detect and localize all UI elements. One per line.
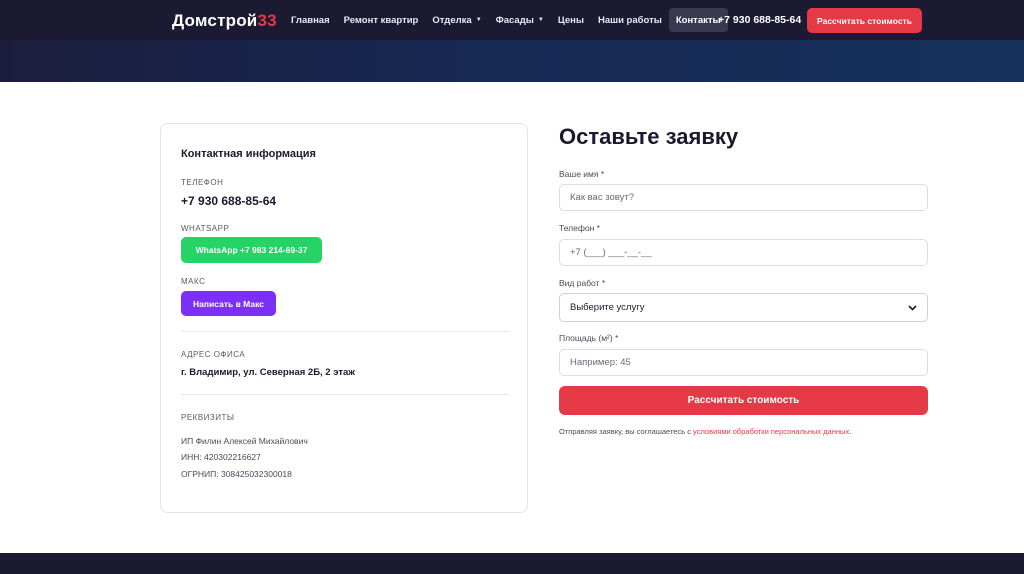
phone-label: ТЕЛЕФОН [181, 178, 224, 187]
address-label: АДРЕС ОФИСА [181, 350, 246, 359]
nav-apartment-renovation[interactable]: Ремонт квартир [337, 8, 426, 32]
header-phone-link[interactable]: +7 930 688-85-64 [718, 14, 801, 26]
submit-calculate-button[interactable]: Рассчитать стоимость [559, 386, 928, 415]
consent-note: Отправляя заявку, вы соглашаетесь с усло… [559, 427, 852, 436]
name-field-label: Ваше имя * [559, 169, 605, 179]
privacy-policy-link[interactable]: условиями обработки персональных данных [693, 427, 849, 436]
logo-accent: 33 [257, 11, 277, 30]
contact-phone-link[interactable]: +7 930 688-85-64 [181, 194, 276, 208]
requisites-label: РЕКВИЗИТЫ [181, 413, 235, 422]
chevron-down-icon: ▼ [537, 17, 544, 23]
max-label: МАКС [181, 277, 206, 286]
requisites-ogrnip: ОГРНИП: 308425032300018 [181, 469, 292, 479]
header-calculate-button[interactable]: Рассчитать стоимость [807, 8, 922, 33]
phone-input[interactable] [559, 239, 928, 266]
phone-field-label: Телефон * [559, 223, 600, 233]
nav-facades[interactable]: Фасады ▼ [489, 8, 551, 32]
hero-banner-strip [0, 40, 1024, 82]
logo-main: Домстрой [172, 11, 258, 30]
contact-info-card: Контактная информация ТЕЛЕФОН +7 930 688… [160, 123, 528, 513]
chevron-down-icon: ▼ [475, 17, 482, 23]
area-input[interactable] [559, 349, 928, 376]
site-logo[interactable]: Домстрой33 [172, 11, 277, 31]
office-address: г. Владимир, ул. Северная 2Б, 2 этаж [181, 367, 356, 378]
area-field-label: Площадь (м²) * [559, 333, 619, 343]
form-title: Оставьте заявку [559, 124, 739, 149]
service-select[interactable]: Выберите услугу [559, 293, 928, 322]
name-input[interactable] [559, 184, 928, 211]
nav-home[interactable]: Главная [284, 8, 337, 32]
footer [0, 553, 1024, 574]
nav-prices[interactable]: Цены [551, 8, 591, 32]
contact-card-title: Контактная информация [181, 148, 316, 160]
top-navbar: Домстрой33 Главная Ремонт квартир Отделк… [0, 0, 1024, 40]
divider [181, 331, 509, 332]
requisites-owner: ИП Филин Алексей Михайлович [181, 436, 308, 446]
service-selected-value: Выберите услугу [570, 302, 645, 313]
whatsapp-button[interactable]: WhatsApp +7 983 214-69-37 [181, 237, 322, 263]
main-nav: Главная Ремонт квартир Отделка ▼ Фасады ▼ … [284, 8, 728, 32]
divider [181, 394, 509, 395]
max-message-button[interactable]: Написать в Макс [181, 291, 276, 316]
whatsapp-label: WHATSAPP [181, 224, 230, 233]
service-field-label: Вид работ * [559, 278, 606, 288]
requisites-inn: ИНН: 420302216627 [181, 452, 261, 462]
nav-our-works[interactable]: Наши работы [591, 8, 669, 32]
chevron-down-icon [908, 304, 917, 311]
nav-finishing[interactable]: Отделка ▼ [425, 8, 488, 32]
